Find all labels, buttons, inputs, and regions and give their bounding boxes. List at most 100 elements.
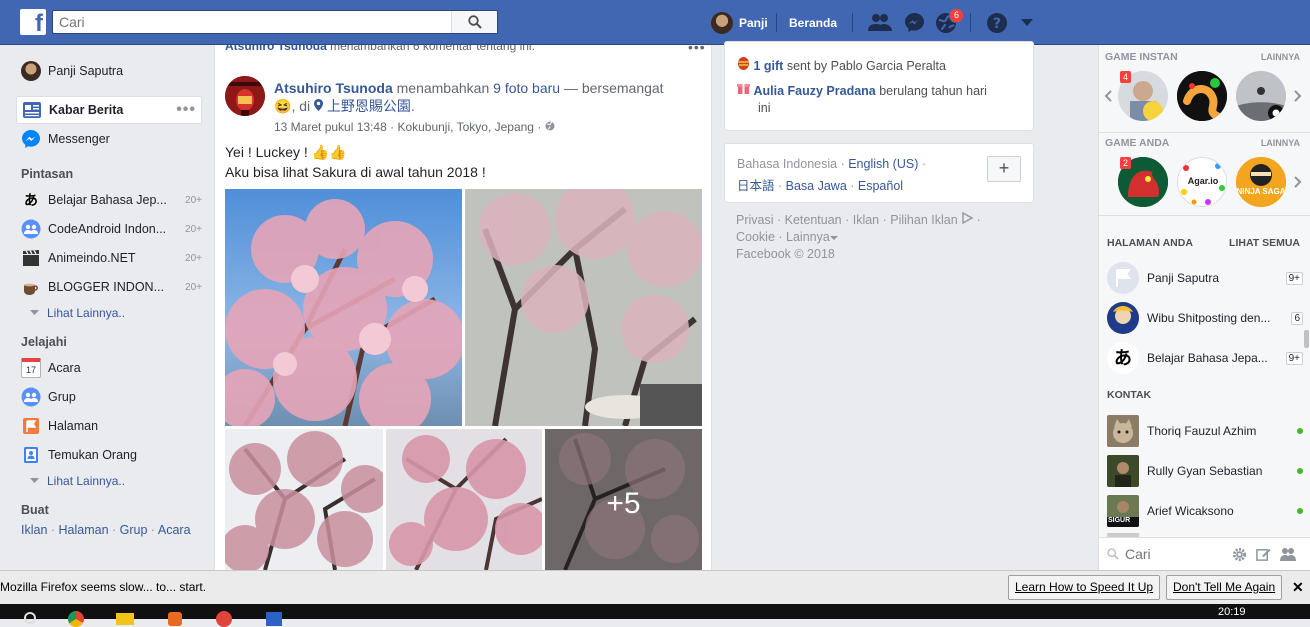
post-author-link[interactable]: Atsuhiro Tsunoda (274, 80, 393, 96)
gear-icon[interactable] (1232, 547, 1247, 562)
your-game[interactable]: NINJA SAGA (1236, 157, 1286, 207)
your-game[interactable]: Agar.io (1177, 157, 1227, 207)
game-title: Agar.io (1187, 176, 1219, 186)
sidebar-item-events[interactable]: 17 Acara (16, 354, 202, 382)
footer-link[interactable]: Pilihan Iklan (890, 213, 957, 227)
gift-reminder[interactable]: 1 gift sent by Pablo Garcia Peralta (737, 55, 946, 73)
create-group-icon[interactable] (1280, 547, 1296, 562)
page-row[interactable]: あ Belajar Bahasa Jepa... 9+ (1107, 341, 1303, 375)
see-more-shortcuts-link[interactable]: Lihat Lainnya.. (30, 306, 125, 320)
page-scrollbar-thumb[interactable] (1304, 330, 1309, 348)
app-icon[interactable] (168, 612, 182, 626)
story-options-icon[interactable]: ••• (688, 45, 706, 55)
sidebar-item-find-friends[interactable]: Temukan Orang (16, 441, 202, 469)
sidebar-item-messenger[interactable]: Messenger (16, 125, 202, 153)
page-row[interactable]: Wibu Shitposting den... 6 (1107, 301, 1303, 335)
author-avatar[interactable] (225, 76, 265, 116)
dont-tell-again-button[interactable]: Don't Tell Me Again (1166, 575, 1283, 600)
instant-game[interactable] (1177, 71, 1227, 121)
page-notification-badge: 9+ (1285, 351, 1303, 365)
language-link[interactable]: English (US) (848, 157, 918, 171)
create-group-link[interactable]: Grup (120, 523, 148, 537)
sidebar-item-shortcut[interactable]: BLOGGER INDON... 20+ (16, 273, 202, 301)
footer-link[interactable]: Ketentuan (785, 213, 842, 227)
chrome-icon[interactable] (68, 611, 84, 627)
language-link[interactable]: 日本語 (737, 179, 775, 193)
help-icon[interactable]: ? (986, 12, 1008, 34)
sidebar-item-label: Kabar Berita (49, 103, 124, 117)
file-explorer-icon[interactable] (116, 613, 134, 625)
account-menu-caret-icon[interactable] (1021, 19, 1033, 27)
add-language-button[interactable]: + (987, 156, 1021, 182)
left-sidebar: Panji Saputra Kabar Berita ••• Messenger… (0, 45, 213, 570)
post-photo[interactable] (386, 429, 542, 570)
more-options-icon[interactable]: ••• (176, 102, 196, 118)
instant-game[interactable] (1236, 71, 1286, 121)
language-link[interactable]: Español (858, 179, 903, 193)
cherry-blossom-photo (465, 189, 702, 426)
page-notification-badge: 9+ (1285, 271, 1303, 285)
friend-requests-icon[interactable] (868, 13, 892, 32)
prev-author-link[interactable]: Atsuhiro Tsunoda (225, 45, 327, 53)
search-input[interactable] (53, 11, 448, 33)
home-link[interactable]: Beranda (789, 0, 837, 45)
chevron-left-icon[interactable] (1104, 90, 1112, 102)
close-notification-button[interactable]: ✕ (1292, 579, 1304, 596)
game-badge: 4 (1120, 71, 1132, 83)
create-page-link[interactable]: Halaman (59, 523, 109, 537)
birthday-name-link[interactable]: Aulia Fauzy Pradana (753, 84, 875, 98)
place-link[interactable]: 上野恩賜公園 (327, 98, 411, 114)
chat-search-input[interactable] (1125, 544, 1225, 564)
sidebar-item-label: Animeindo.NET (48, 251, 136, 265)
sidebar-item-shortcut[interactable]: Animeindo.NET 20+ (16, 244, 202, 272)
temple-lantern-icon (225, 76, 265, 116)
create-ad-link[interactable]: Iklan (21, 523, 47, 537)
new-message-icon[interactable] (1256, 547, 1271, 562)
post-photo[interactable] (225, 189, 462, 426)
post-at-text: , di (291, 98, 311, 114)
chevron-right-icon[interactable] (1294, 176, 1302, 188)
create-event-link[interactable]: Acara (158, 523, 191, 537)
cortana-icon[interactable] (24, 612, 36, 624)
post-photo[interactable] (465, 189, 702, 426)
pages-flag-icon (23, 418, 39, 434)
gift-count: 1 gift (753, 59, 784, 73)
sidebar-item-shortcut[interactable]: CodeAndroid Indon... 20+ (16, 215, 202, 243)
profile-link[interactable]: Panji (711, 0, 768, 45)
learn-speed-up-button[interactable]: Learn How to Speed It Up (1008, 575, 1161, 600)
app-icon[interactable] (216, 611, 232, 627)
footer-link[interactable]: Iklan (853, 213, 879, 227)
instant-games-more-link[interactable]: LAINNYA (1261, 52, 1300, 62)
contact-row[interactable]: Rully Gyan Sebastian (1107, 454, 1303, 488)
sidebar-item-count: 20+ (185, 194, 202, 206)
post-timestamp-link[interactable]: 13 Maret pukul 13:48 (274, 120, 387, 134)
contact-name: Thoriq Fauzul Azhim (1147, 424, 1257, 438)
contact-row[interactable]: SIGUR Arief Wicaksono (1107, 494, 1303, 528)
contact-row[interactable]: Thoriq Fauzul Azhim (1107, 414, 1303, 448)
birthday-gift-icon (737, 84, 750, 94)
post-photo[interactable] (225, 429, 383, 570)
see-more-explore-link[interactable]: Lihat Lainnya.. (30, 474, 125, 488)
sidebar-item-news-feed[interactable]: Kabar Berita ••• (16, 96, 202, 124)
sidebar-item-profile[interactable]: Panji Saputra (16, 57, 202, 85)
sidebar-item-shortcut[interactable]: あ Belajar Bahasa Jep... 20+ (16, 186, 202, 214)
sidebar-item-groups[interactable]: Grup (16, 383, 202, 411)
post-feeling-text: — bersemangat (563, 80, 664, 96)
chevron-right-icon[interactable] (1294, 90, 1302, 102)
footer-link[interactable]: Lainnya (786, 230, 830, 244)
app-icon[interactable] (266, 612, 282, 626)
search-button[interactable] (451, 11, 497, 33)
see-all-pages-link[interactable]: LIHAT SEMUA (1229, 237, 1300, 249)
page-row[interactable]: Panji Saputra 9+ (1107, 261, 1303, 295)
language-link[interactable]: Basa Jawa (786, 179, 847, 193)
footer-link[interactable]: Cookie (736, 230, 775, 244)
feeling-emoji: 😆 (274, 98, 292, 114)
messenger-icon[interactable] (904, 12, 925, 33)
sidebar-item-pages[interactable]: Halaman (16, 412, 202, 440)
birthday-reminder[interactable]: Aulia Fauzy Pradana berulang tahun hari … (737, 81, 1027, 117)
new-photos-link[interactable]: 9 foto baru (493, 80, 560, 96)
your-games-more-link[interactable]: LAINNYA (1261, 138, 1300, 148)
more-photos-tile[interactable]: +5 (545, 429, 702, 570)
facebook-logo-icon[interactable]: f (20, 9, 46, 35)
footer-link[interactable]: Privasi (736, 213, 774, 227)
